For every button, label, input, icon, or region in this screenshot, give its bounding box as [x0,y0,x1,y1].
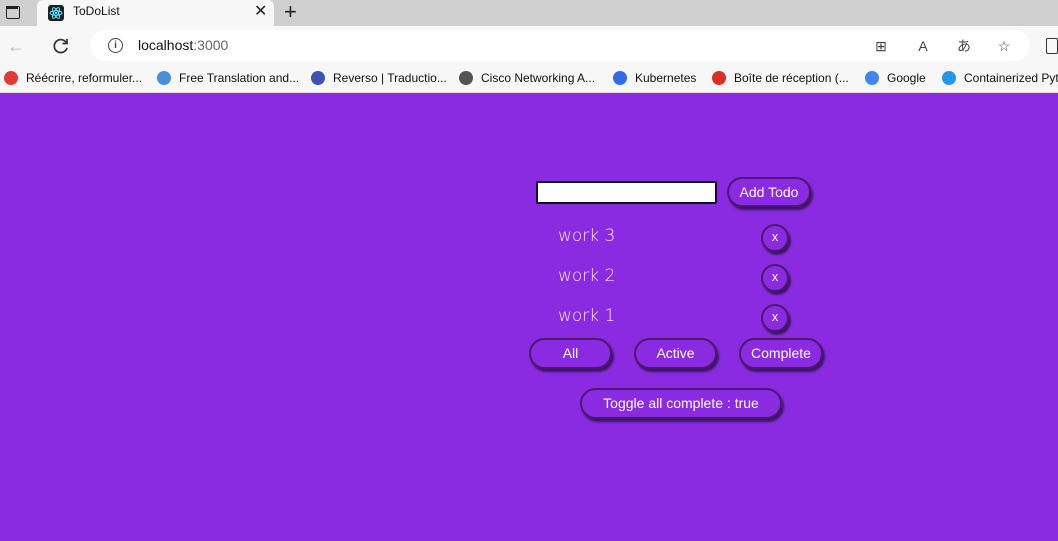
bookmark-item[interactable]: Réécrire, reformuler... [4,71,142,87]
bookmarks-bar: Réécrire, reformuler... Free Translation… [0,66,1058,93]
url-port: :3000 [193,37,229,53]
bookmark-favicon-icon [311,71,325,85]
bookmark-favicon-icon [712,71,726,85]
toggle-all-complete-button[interactable]: Toggle all complete : true [580,388,782,419]
url-text: localhost:3000 [138,37,228,53]
delete-todo-button[interactable]: x [761,224,789,252]
filter-all-button[interactable]: All [529,338,612,369]
sidebar-toggle-icon[interactable] [5,4,21,20]
bookmark-label: Kubernetes [635,71,697,85]
bookmark-label: Free Translation and... [179,71,300,85]
bookmark-label: Cisco Networking A... [481,71,596,85]
bookmark-favicon-icon [942,71,956,85]
tab-bar: ToDoList ✕ + [0,0,1058,26]
bookmark-item[interactable]: Containerized Pyt [942,71,1058,87]
bookmark-favicon-icon [459,71,473,85]
bookmark-item[interactable]: Cisco Networking A... [459,71,595,87]
toolbar-icons: ⊞ A あ ☆ [871,36,1021,56]
todo-input[interactable] [536,181,717,204]
todo-item-text: work 2 [558,266,616,286]
translate-icon[interactable]: あ [954,36,974,56]
apps-icon[interactable]: ⊞ [871,36,891,56]
bookmark-label: Google [887,71,926,85]
add-todo-button[interactable]: Add Todo [727,177,811,207]
todo-item-text: work 1 [558,306,616,326]
bookmark-favicon-icon [865,71,879,85]
bookmark-label: Reverso | Traductio... [333,71,447,85]
read-aloud-icon[interactable]: A [913,36,933,56]
new-tab-button[interactable]: + [284,0,297,24]
bookmark-item[interactable]: Kubernetes [613,71,696,87]
todo-item-text: work 3 [558,226,616,246]
split-screen-icon[interactable] [1046,38,1058,54]
browser-tab[interactable]: ToDoList ✕ [37,0,274,26]
bookmark-favicon-icon [613,71,627,85]
bookmark-item[interactable]: Boîte de réception (... [712,71,849,87]
delete-todo-button[interactable]: x [761,304,789,332]
bookmark-item[interactable]: Google [865,71,926,87]
info-icon[interactable]: i [108,38,123,53]
browser-toolbar: ← i localhost:3000 ⊞ A あ ☆ [0,26,1058,66]
bookmark-item[interactable]: Free Translation and... [157,71,299,87]
bookmark-favicon-icon [157,71,171,85]
favorite-star-icon[interactable]: ☆ [994,36,1014,56]
bookmark-favicon-icon [4,71,18,85]
bookmark-item[interactable]: Reverso | Traductio... [311,71,447,87]
reload-icon[interactable] [51,36,71,56]
bookmark-label: Réécrire, reformuler... [26,71,143,85]
bookmark-label: Containerized Pyt [964,71,1058,85]
back-arrow-icon[interactable]: ← [7,36,25,56]
url-host: localhost [138,37,194,53]
delete-todo-button[interactable]: x [761,264,789,292]
react-icon [48,5,64,21]
tab-title: ToDoList [73,4,120,18]
bookmark-label: Boîte de réception (... [734,71,849,85]
filter-active-button[interactable]: Active [634,338,717,369]
filter-complete-button[interactable]: Complete [739,338,823,369]
close-tab-icon[interactable]: ✕ [254,3,267,21]
